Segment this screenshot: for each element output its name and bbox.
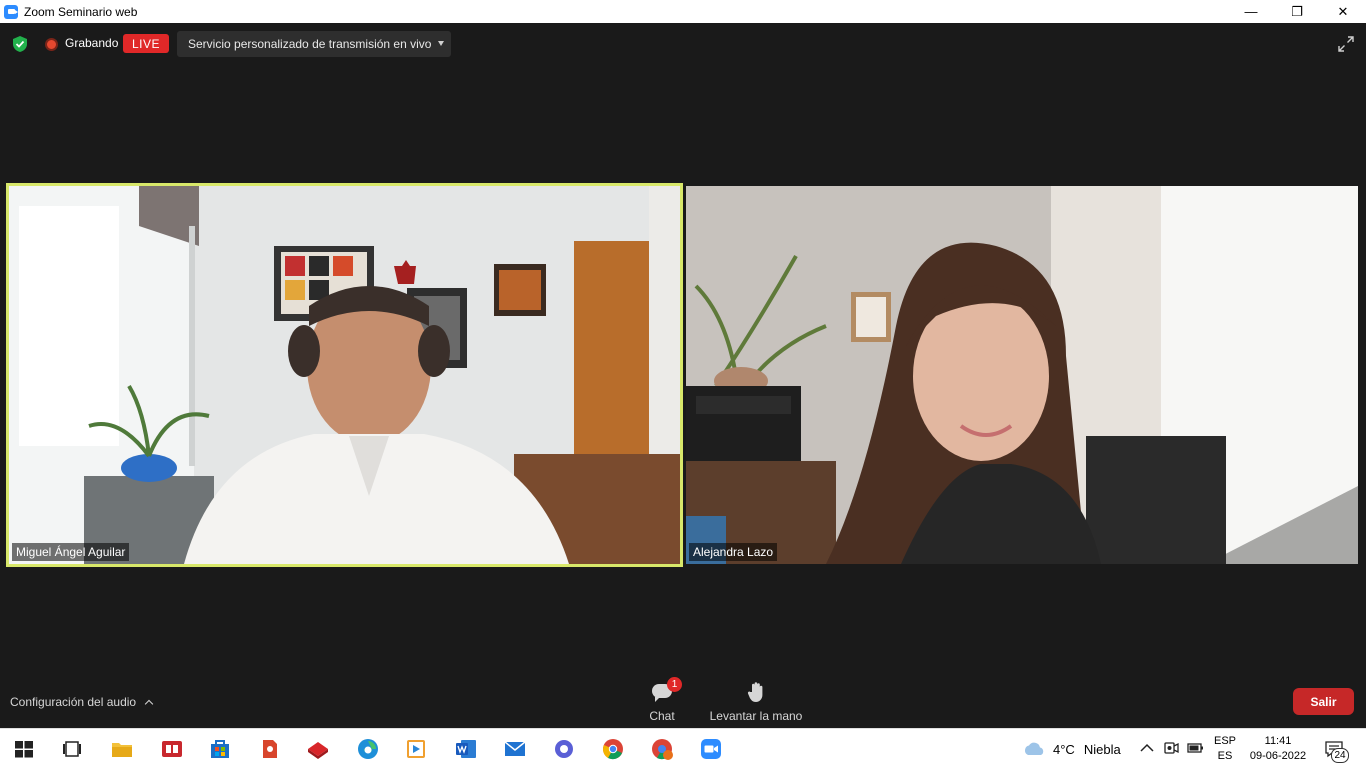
participant-video [686,186,1358,564]
app-red-icon[interactable] [306,737,330,761]
reader-icon[interactable] [160,737,184,761]
live-stream-dropdown[interactable]: Servicio personalizado de transmisión en… [177,31,451,57]
weather-temp: 4°C [1053,741,1075,757]
audio-settings-button[interactable]: Configuración del audio [10,695,154,709]
raise-hand-button[interactable]: Levantar la mano [706,680,806,723]
live-badge: LIVE [123,34,169,53]
input-language-indicator[interactable]: ESP ES [1214,734,1236,764]
recording-label: Grabando [65,36,119,50]
maximize-button[interactable]: ❐ [1274,0,1320,23]
participant-name-tag: Alejandra Lazo [689,543,778,561]
clock-time: 11:41 [1264,735,1292,747]
word-icon[interactable] [454,737,478,761]
mail-icon[interactable] [503,737,527,761]
window-titlebar: Zoom Seminario web — ❐ ✕ [0,0,1366,23]
video-tile-participant[interactable]: Alejandra Lazo [686,186,1358,564]
app-icon[interactable] [258,737,282,761]
start-icon[interactable] [12,737,36,761]
weather-widget[interactable]: 4°C Niebla [1022,729,1121,768]
settings-app-icon[interactable] [552,737,576,761]
cloud-icon [1024,742,1044,755]
lang-top: ESP [1214,735,1237,747]
chrome-icon[interactable] [601,737,625,761]
weather-desc: Niebla [1083,741,1121,757]
task-view-icon[interactable] [60,737,84,761]
participant-name-tag: Miguel Ángel Aguilar [12,543,130,561]
media-icon[interactable] [404,737,428,761]
minimize-button[interactable]: — [1228,0,1274,23]
participant-video [9,186,680,564]
chevron-up-icon[interactable] [1138,739,1156,757]
notifications-count-badge: 24 [1331,748,1349,763]
clock-date: 09-06-2022 [1249,750,1307,762]
file-explorer-icon[interactable] [110,737,134,761]
close-button[interactable]: ✕ [1320,0,1366,23]
fullscreen-icon[interactable] [1338,36,1354,52]
raise-hand-icon [747,682,763,702]
windows-taskbar: 4°C Niebla ESP ES 11:41 09-06-2022 24 [0,728,1366,768]
zoom-icon[interactable] [699,737,723,761]
raise-hand-label: Levantar la mano [709,709,803,723]
chevron-down-icon [438,41,444,46]
meet-now-icon[interactable] [1162,739,1180,757]
store-icon[interactable] [208,737,232,761]
chat-label: Chat [649,709,675,723]
window-title: Zoom Seminario web [24,4,138,19]
chevron-up-icon [144,699,154,708]
chat-unread-badge: 1 [667,677,682,692]
live-stream-dropdown-label: Servicio personalizado de transmisión en… [188,37,432,51]
leave-button[interactable]: Salir [1293,688,1354,715]
lang-bottom: ES [1217,750,1233,762]
recording-indicator-icon [45,38,58,51]
zoom-app-icon [4,4,18,19]
audio-settings-label: Configuración del audio [10,695,137,709]
chrome-profile-icon[interactable] [650,737,674,761]
battery-icon[interactable] [1186,739,1204,757]
edge-icon[interactable] [356,737,380,761]
taskbar-clock[interactable]: 11:41 09-06-2022 [1246,734,1310,764]
security-shield-icon[interactable] [12,35,28,53]
meeting-topbar: Grabando LIVE Servicio personalizado de … [0,23,1366,65]
video-tile-active-speaker[interactable]: Miguel Ángel Aguilar [6,183,683,567]
